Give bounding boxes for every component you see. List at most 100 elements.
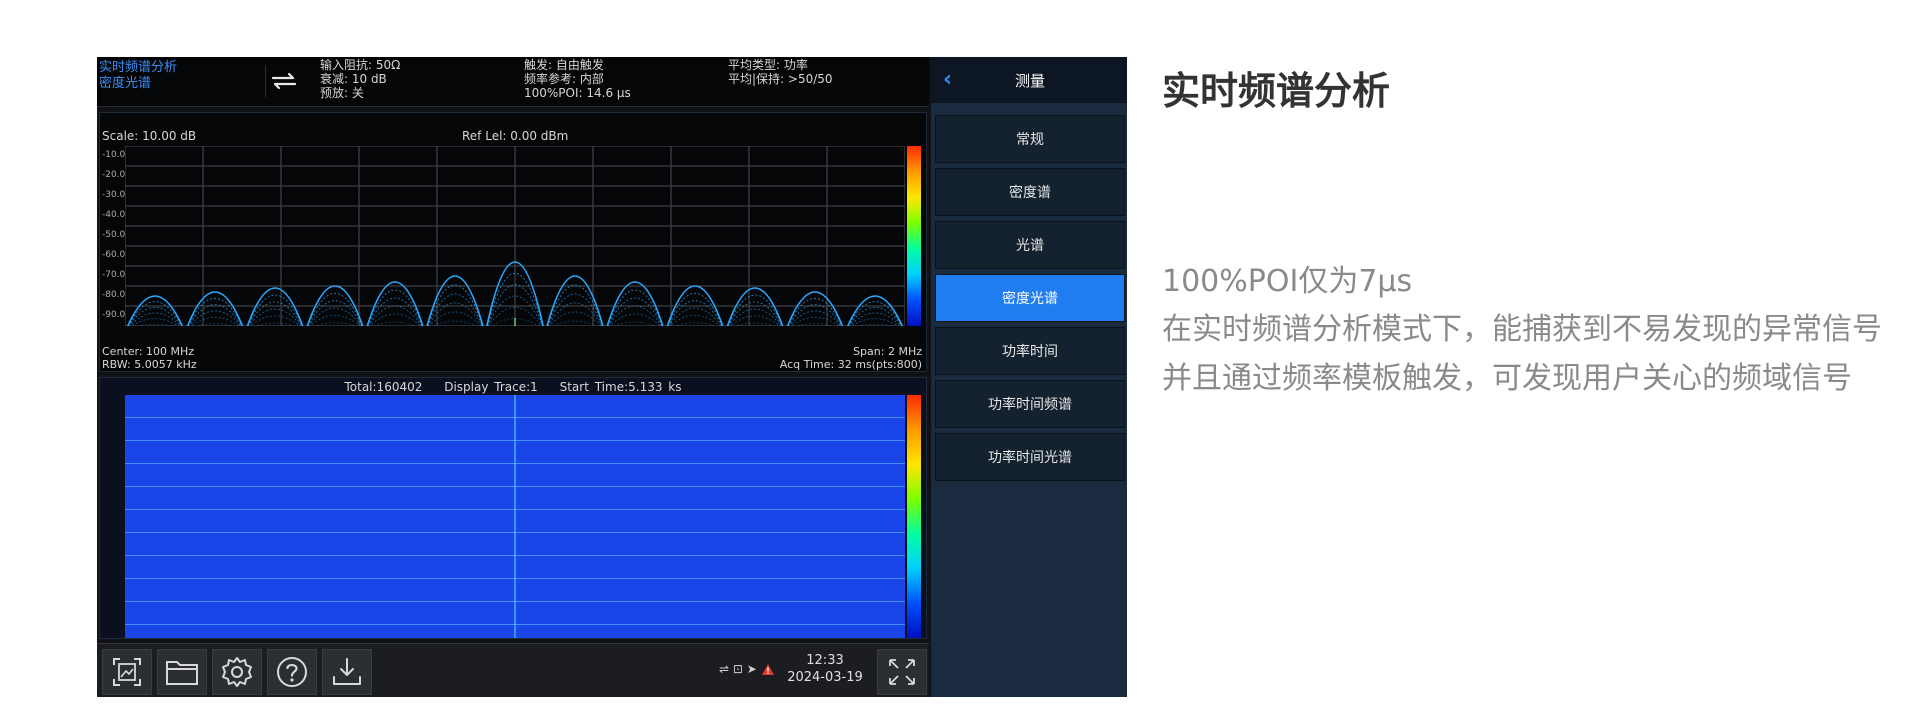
fullscreen-button[interactable] (877, 649, 927, 695)
description-line-capture: 在实时频谱分析模式下，能捕获到不易发现的异常信号 (1162, 312, 1882, 347)
spectrum-lobe (247, 294, 303, 326)
trigger-settings[interactable]: 触发: 自由触发 频率参考: 内部 100%POI: 14.6 μs (524, 58, 631, 100)
y-tick-label: -40.0 (102, 210, 126, 220)
main-display: 实时频谱分析 密度光谱 输入阻抗: 50Ω 衰减: 10 dB 预放: 关 触发… (97, 57, 929, 697)
start-time: Start Time:5.133 ks (559, 380, 682, 394)
menu-item[interactable]: 常规 (935, 115, 1125, 163)
spectrum-lobe (546, 275, 604, 326)
waterfall-plot[interactable] (125, 395, 905, 638)
spectrum-lobe (613, 321, 657, 326)
acq-time-label: Acq Time: 32 ms(pts:800) (779, 358, 922, 371)
spectrum-lobe (373, 321, 417, 326)
spectrum-lobe (727, 294, 783, 326)
folder-button[interactable] (157, 649, 207, 695)
spectrum-lobe (429, 311, 481, 326)
spectrum-lobe (609, 313, 661, 326)
spectrum-lobe (730, 315, 780, 326)
rbw-label: RBW: 5.0057 kHz (102, 358, 197, 371)
spectrum-lobe (790, 317, 840, 326)
system-status-icons[interactable]: ⇌ ⊡ ➤ (719, 662, 775, 676)
warning-icon (761, 663, 774, 675)
description-title: 实时频谱分析 (1162, 69, 1391, 113)
bottom-toolbar: ⇌ ⊡ ➤ 12:33 2024-03-19 (97, 643, 929, 697)
spectrum-lobe (186, 291, 244, 326)
menu-item[interactable]: 功率时间光谱 (935, 433, 1125, 481)
expand-arrows-icon (889, 659, 915, 685)
spectrum-panel[interactable]: Scale: 10.00 dB Ref Lel: 0.00 dBm -10.0 -… (99, 112, 927, 372)
date-text: 2024-03-19 (787, 670, 863, 685)
y-tick-label: -70.0 (102, 270, 126, 280)
waterfall-center-line (514, 395, 516, 638)
y-tick-label: -30.0 (102, 190, 126, 200)
spectrum-lobe (607, 289, 663, 326)
download-icon (333, 658, 361, 685)
spectrum-lobe (188, 304, 242, 326)
spectrum-plot[interactable] (125, 146, 905, 326)
status-header: 实时频谱分析 密度光谱 输入阻抗: 50Ω 衰减: 10 dB 预放: 关 触发… (97, 57, 929, 107)
waterfall-panel[interactable]: Total:160402 Display Trace:1 Start Time:… (99, 377, 927, 639)
analyzer-screen: 实时频谱分析 密度光谱 输入阻抗: 50Ω 衰减: 10 dB 预放: 关 触发… (97, 57, 1127, 697)
y-tick-label: -80.0 (102, 290, 126, 300)
menu-header: ‹ 测量 (931, 57, 1127, 103)
download-button[interactable] (322, 649, 372, 695)
mode-subtitle[interactable]: 密度光谱 (99, 76, 151, 91)
spectrum-lobe (307, 300, 363, 326)
spectrum-lobe (669, 315, 721, 326)
total-count: Total:160402 (344, 380, 423, 394)
menu-item[interactable]: 功率时间频谱 (935, 380, 1125, 428)
spectrum-lobe (549, 311, 601, 326)
menu-title: 测量 (1014, 72, 1045, 90)
freq-ref-text: 频率参考: 内部 (524, 72, 604, 86)
ref-level-label: Ref Lel: 0.00 dBm (462, 129, 569, 143)
spectrum-lobe (786, 291, 844, 326)
span-label: Span: 2 MHz (853, 345, 922, 358)
spectrum-lobe (788, 304, 842, 326)
y-tick-label: -10.0 (102, 150, 126, 160)
mode-title[interactable]: 实时频谱分析 (99, 60, 177, 75)
spectrum-lobe (131, 318, 179, 326)
swap-mode-button[interactable] (265, 65, 301, 97)
description-line-poi: 100%POI仅为7μs (1162, 264, 1413, 299)
menu-item[interactable]: 功率时间 (935, 327, 1125, 375)
help-button[interactable] (267, 649, 317, 695)
waterfall-colorbar (907, 395, 921, 638)
spectrum-lobe (851, 318, 899, 326)
attenuation-text: 衰减: 10 dB (320, 72, 387, 86)
spectrum-lobe (606, 281, 664, 326)
waterfall-info: Total:160402 Display Trace:1 Start Time:… (100, 380, 926, 394)
spectrum-lobe (667, 292, 723, 326)
description-line-trigger: 并且通过频率模板触发，可发现用户关心的频域信号 (1162, 361, 1852, 396)
screenshot-button[interactable] (102, 649, 152, 695)
settings-button[interactable] (212, 649, 262, 695)
display-trace: Display Trace:1 (444, 380, 538, 394)
screenshot-icon (113, 658, 141, 686)
spectrum-colorbar (907, 146, 921, 326)
y-tick-label: -50.0 (102, 230, 126, 240)
gear-icon (222, 657, 252, 687)
menu-item[interactable]: 密度谱 (935, 168, 1125, 216)
spectrum-lobe (369, 313, 421, 326)
y-tick-label: -90.0 (102, 310, 126, 320)
spectrum-lobe (432, 320, 478, 326)
usb-lock-gps-icons: ⇌ ⊡ ➤ (719, 662, 757, 676)
input-settings[interactable]: 输入阻抗: 50Ω 衰减: 10 dB 预放: 关 (320, 58, 400, 100)
poi-text: 100%POI: 14.6 μs (524, 86, 631, 100)
spectrum-lobe (366, 281, 424, 326)
impedance-text: 输入阻抗: 50Ω (320, 58, 401, 72)
spectrum-lobe (367, 289, 423, 326)
measurement-menu: ‹ 测量 常规密度谱光谱密度光谱功率时间功率时间频谱 功率时间光谱 (929, 57, 1127, 697)
y-tick-label: -60.0 (102, 250, 126, 260)
spectrum-lobe (128, 306, 182, 326)
spectrum-lobe (190, 317, 240, 326)
avg-hold-text: 平均|保持: >50/50 (728, 72, 833, 86)
menu-item[interactable]: 密度光谱 (935, 274, 1125, 322)
center-frequency-label: Center: 100 MHz (102, 345, 195, 358)
avg-type-text: 平均类型: 功率 (728, 58, 808, 72)
y-tick-label: -20.0 (102, 170, 126, 180)
clock: 12:33 2024-03-19 (785, 652, 865, 686)
spectrum-lobe (667, 300, 723, 326)
time-text: 12:33 (806, 653, 844, 668)
swap-icon (271, 72, 296, 90)
average-settings[interactable]: 平均类型: 功率 平均|保持: >50/50 (728, 58, 833, 86)
menu-item[interactable]: 光谱 (935, 221, 1125, 269)
